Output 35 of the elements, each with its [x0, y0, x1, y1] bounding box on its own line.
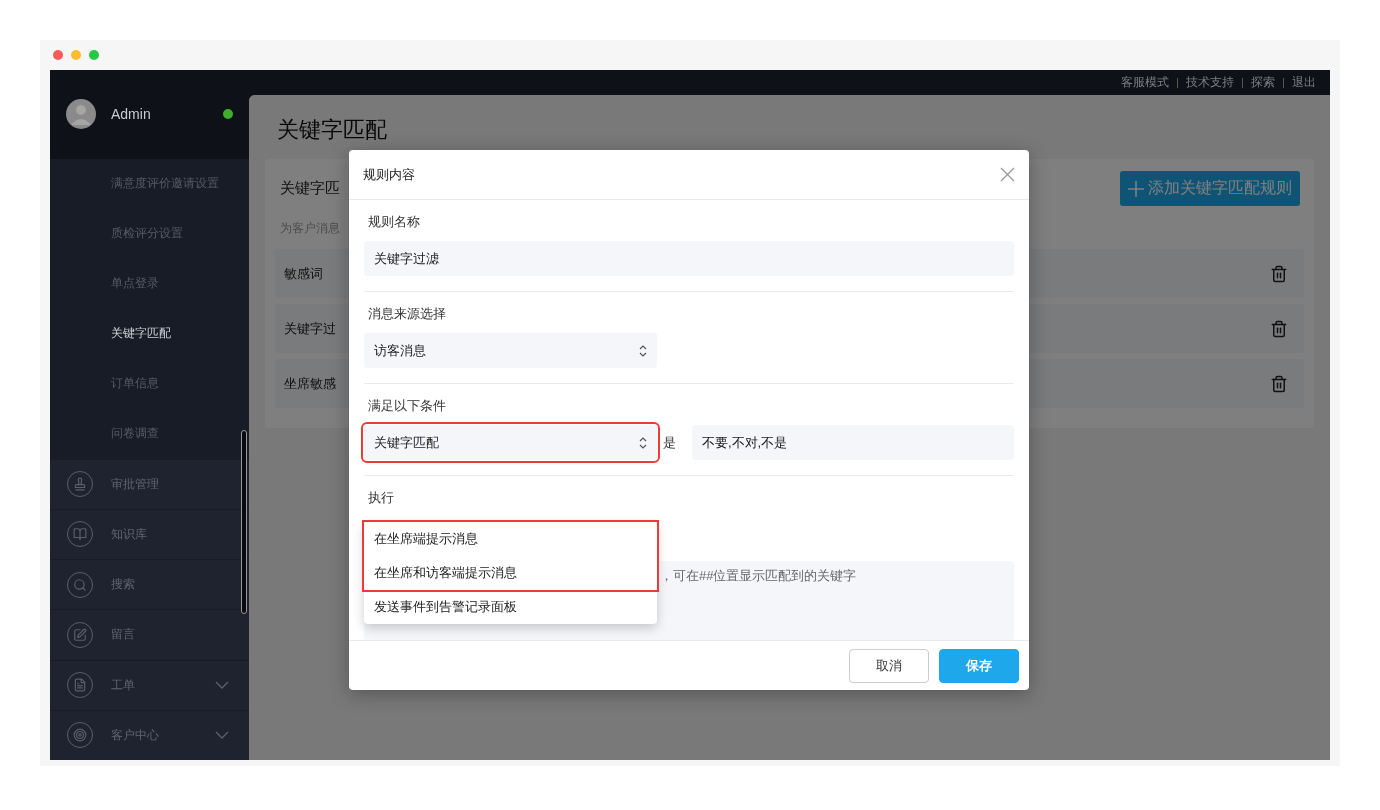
- trash-icon[interactable]: [1270, 264, 1288, 283]
- page-title: 关键字匹配: [276, 116, 388, 144]
- operator-label: 是: [663, 433, 676, 452]
- close-button[interactable]: [1000, 167, 1015, 182]
- plus-icon: [1128, 180, 1144, 197]
- top-link[interactable]: 探索: [1251, 74, 1275, 91]
- scrollbar[interactable]: [241, 430, 247, 614]
- rule-name-field[interactable]: 关键字过滤: [364, 241, 1014, 276]
- avatar: [66, 99, 96, 130]
- save-button[interactable]: 保存: [939, 648, 1019, 683]
- dropdown-option[interactable]: 在坐席端提示消息: [364, 522, 657, 556]
- field-label: 满足以下条件: [367, 397, 447, 415]
- close-window-button[interactable]: [53, 50, 63, 60]
- top-link[interactable]: 退出: [1292, 74, 1316, 91]
- condition-select[interactable]: 关键字匹配: [364, 425, 657, 460]
- sidebar-subitem[interactable]: 关键字匹配: [50, 308, 249, 359]
- close-icon: [1000, 167, 1015, 182]
- field-label: 执行: [367, 489, 395, 507]
- field-label: 消息来源选择: [367, 305, 447, 323]
- user-name: Admin: [111, 106, 152, 123]
- sidebar-subitem[interactable]: 订单信息: [50, 358, 249, 409]
- trash-icon[interactable]: [1270, 374, 1288, 393]
- dialog-title: 规则内容: [363, 165, 415, 184]
- card-title: 关键字匹: [280, 179, 340, 198]
- sidebar-subitem[interactable]: 单点登录: [50, 258, 249, 309]
- keywords-field[interactable]: 不要,不对,不是: [692, 425, 1014, 460]
- source-select[interactable]: 访客消息: [364, 333, 657, 368]
- top-link[interactable]: 技术支持: [1186, 74, 1234, 91]
- up-down-chevron-icon: [639, 344, 647, 357]
- dropdown-option[interactable]: 发送事件到告警记录面板: [364, 590, 657, 624]
- field-label: 规则名称: [367, 213, 421, 231]
- cancel-button[interactable]: 取消: [849, 648, 929, 683]
- trash-icon[interactable]: [1270, 319, 1288, 338]
- up-down-chevron-icon: [639, 436, 647, 449]
- top-link[interactable]: 客服模式: [1121, 74, 1169, 91]
